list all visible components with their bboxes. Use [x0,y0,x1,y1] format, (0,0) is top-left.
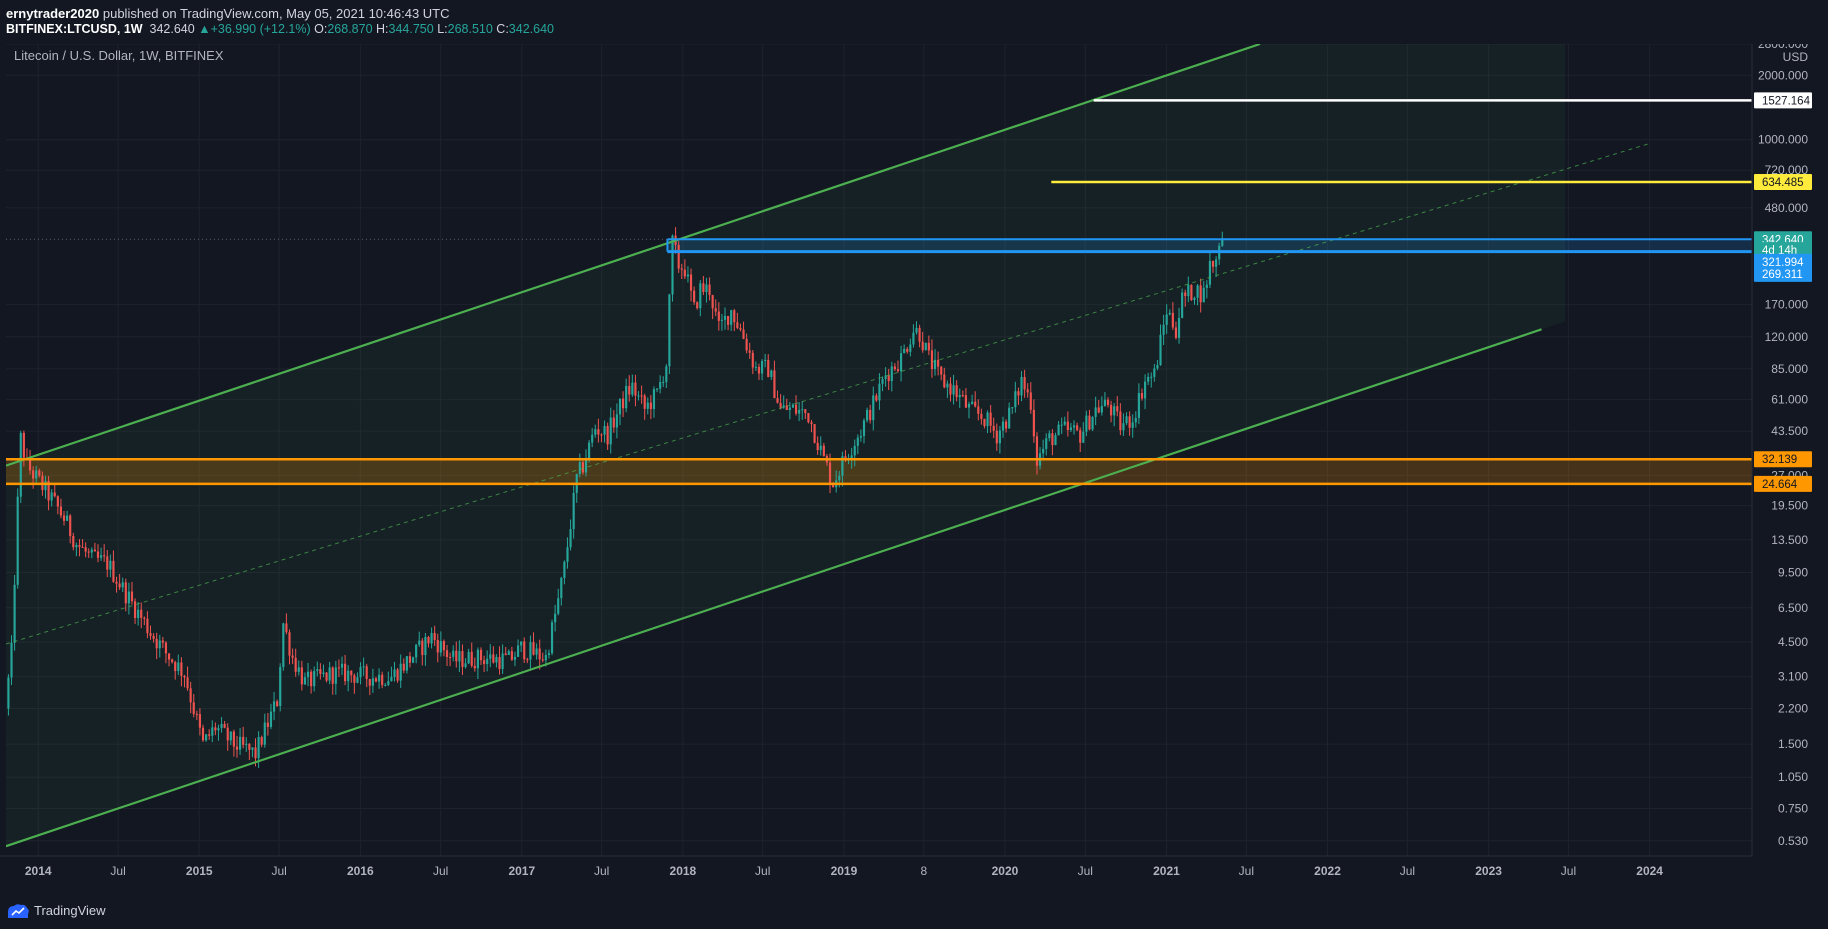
candle [550,619,554,656]
x-tick-label: 2022 [1314,864,1341,878]
low-value: 268.510 [447,22,493,36]
close-value: 342.640 [508,22,554,36]
time-axis[interactable]: 2014 Jul 2015 Jul 2016 Jul 2017 Jul 2018 Jul 2019 8… [0,855,1828,894]
chart-area[interactable]: Litecoin / U.S. Dollar, 1W, BITFINEX 2800… [0,44,1828,894]
price-label: 634.485 [1754,173,1812,190]
price-label-text: 24.664 [1762,479,1798,491]
y-tick-label: 480.000 [1765,201,1809,215]
y-tick-label: 0.750 [1778,802,1808,816]
ohlc-line: BITFINEX:LTCUSD, 1W 342.640 ▲+36.990 (+1… [6,22,554,36]
resistance-box [667,239,1752,252]
price-label-text: 634.485 [1762,177,1804,189]
price-label-text: 1527.164 [1762,95,1811,107]
symbol-label: BITFINEX:LTCUSD, 1W [6,22,143,36]
y-tick-label: 4.500 [1778,635,1808,649]
y-tick-label: 3.100 [1778,670,1808,684]
x-tick-label: 2015 [186,864,213,878]
x-tick-label: 8 [920,864,927,878]
y-tick-label: 6.500 [1778,601,1808,615]
x-tick-label: Jul [433,864,448,878]
x-tick-label: 2018 [670,864,697,878]
price-label: 1527.164 [1754,92,1812,109]
x-tick-label: 2017 [508,864,535,878]
candle [1181,288,1184,319]
change-text: +36.990 (+12.1%) [210,22,311,36]
x-tick-label: 2023 [1475,864,1502,878]
change-value: ▲+36.990 (+12.1%) [198,22,311,36]
support-zone [6,459,1752,484]
x-tick-label: Jul [1078,864,1093,878]
publisher-name[interactable]: ernytrader2020 [6,6,99,21]
price-label: 32.139 [1754,451,1812,468]
y-tick-label: 1000.000 [1758,133,1808,147]
open-label: O: [314,22,328,36]
price-label: 24.664 [1754,475,1812,492]
x-tick-label: Jul [1561,864,1576,878]
y-tick-label: 43.500 [1771,424,1808,438]
candle [807,412,810,424]
x-tick-label: Jul [1400,864,1415,878]
y-axis-unit: USD [1783,50,1809,64]
footer: TradingView [0,894,1828,929]
y-tick-label: 2.200 [1778,701,1808,715]
x-tick-label: Jul [755,864,770,878]
candle [668,293,671,375]
candle [677,241,680,273]
y-tick-label: 61.000 [1771,393,1808,407]
x-tick-label: 2014 [25,864,52,878]
y-tick-label: 2000.000 [1758,68,1808,82]
x-tick-label: 2016 [347,864,374,878]
price-axis[interactable]: 2800.000USD2000.0001000.000720.000480.00… [1751,44,1828,894]
price-label-text: 269.311 [1762,269,1803,281]
high-value: 344.750 [388,22,434,36]
y-tick-label: 9.500 [1778,566,1808,580]
candle [282,622,285,671]
y-tick-label: 1.500 [1778,737,1808,751]
y-tick-label: 0.530 [1778,834,1808,848]
x-tick-label: 2024 [1636,864,1663,878]
y-tick-label: 85.000 [1771,362,1808,376]
close-label: C: [496,22,509,36]
candlestick-chart[interactable]: Litecoin / U.S. Dollar, 1W, BITFINEX2800… [0,44,1828,894]
price-label: 269.311 [1754,265,1812,282]
tradingview-brand[interactable]: TradingView [34,903,106,918]
candle [279,663,282,712]
publish-info: ernytrader2020 published on TradingView.… [6,6,450,21]
x-tick-label: Jul [594,864,609,878]
chart-title: Litecoin / U.S. Dollar, 1W, BITFINEX [14,48,224,63]
low-label: L: [437,22,448,36]
y-tick-label: 19.500 [1771,499,1808,513]
candle [16,488,19,589]
x-tick-label: Jul [271,864,286,878]
high-label: H: [376,22,389,36]
x-tick-label: 2020 [992,864,1019,878]
candle [13,574,16,651]
x-tick-label: Jul [110,864,125,878]
chart-header: ernytrader2020 published on TradingView.… [0,0,1828,44]
x-tick-label: 2021 [1153,864,1180,878]
candle [1091,416,1094,432]
last-price: 342.640 [149,22,195,36]
x-tick-label: 2019 [831,864,858,878]
candle [924,342,927,351]
candle [411,656,415,664]
open-value: 268.870 [327,22,373,36]
y-tick-label: 1.050 [1778,770,1808,784]
candle [396,667,399,683]
y-tick-label: 13.500 [1771,533,1808,547]
y-tick-label: 120.000 [1765,330,1809,344]
tradingview-logo-icon[interactable] [6,902,30,920]
candle [671,234,674,302]
candle [19,430,22,504]
y-tick-label: 170.000 [1765,297,1809,311]
price-label-text: 32.139 [1762,454,1797,466]
candle [1190,284,1193,301]
x-tick-label: Jul [1239,864,1254,878]
candle [813,423,816,444]
published-text: published on TradingView.com, May 05, 20… [102,6,450,21]
